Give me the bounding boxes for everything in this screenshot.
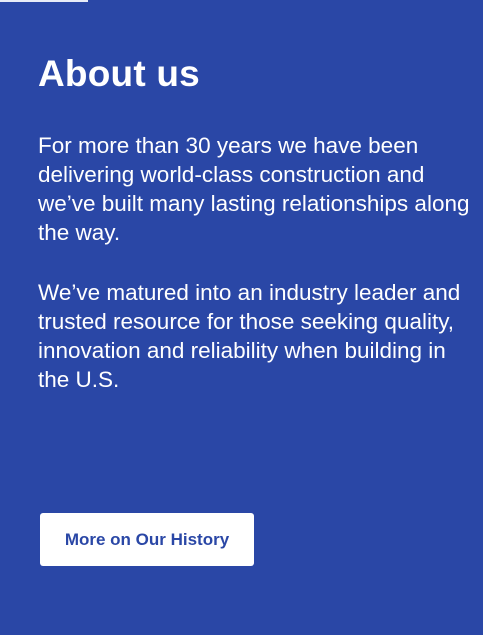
about-us-heading: About us bbox=[38, 53, 200, 94]
about-paragraph-2: We’ve matured into an industry leader an… bbox=[38, 280, 461, 392]
right-edge-divider bbox=[483, 0, 485, 635]
top-strip bbox=[0, 0, 88, 2]
about-paragraph-1: For more than 30 years we have been deli… bbox=[38, 133, 470, 245]
more-on-our-history-button[interactable]: More on Our History bbox=[40, 513, 254, 566]
about-us-panel: About us For more than 30 years we have … bbox=[0, 0, 485, 635]
